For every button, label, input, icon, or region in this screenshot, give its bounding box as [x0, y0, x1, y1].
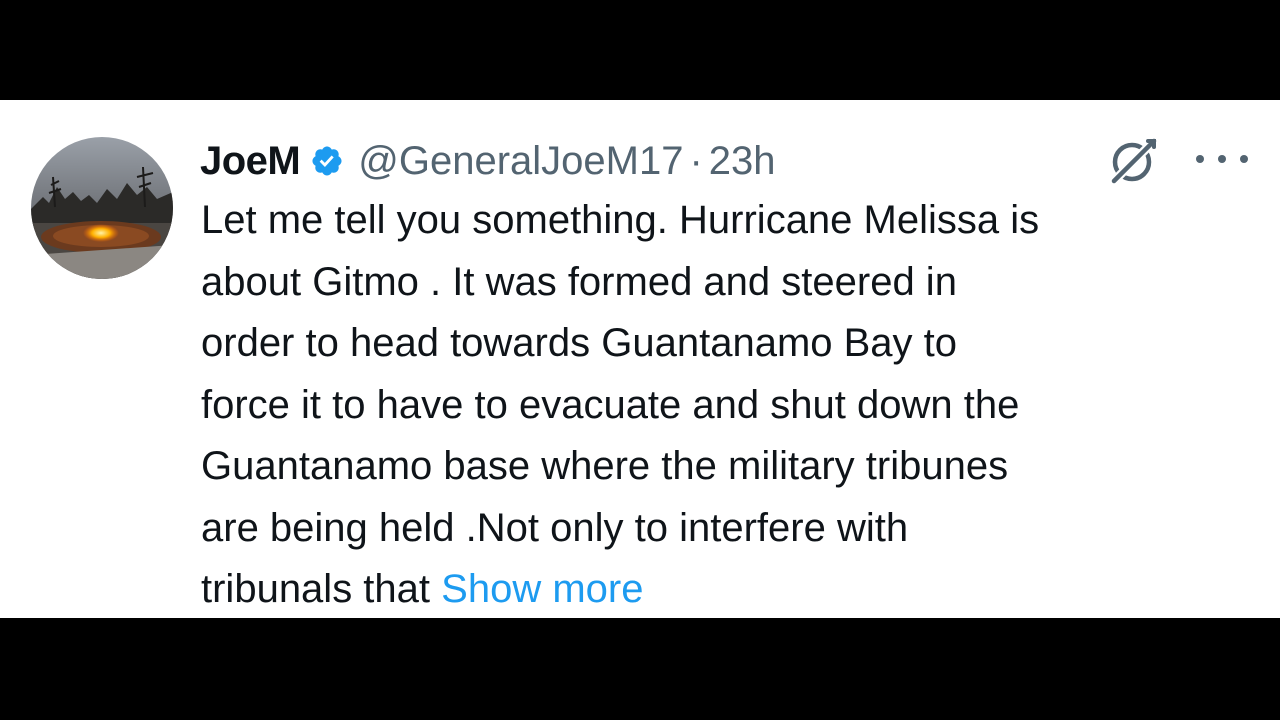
tweet-header: JoeM @GeneralJoeM17 · 23h	[200, 133, 776, 189]
tweet-text-line: Guantanamo base where the military tribu…	[201, 444, 1009, 488]
dot-icon	[1196, 155, 1204, 163]
dot-icon	[1240, 155, 1248, 163]
tweet-text-line: are being held .Not only to interfere wi…	[201, 505, 909, 550]
tweet-text-line: Let me tell you something. Hurricane Mel…	[201, 198, 1040, 242]
tweet-text: Let me tell you something. Hurricane Mel…	[201, 190, 1261, 621]
verified-badge-icon	[310, 144, 344, 178]
display-name[interactable]: JoeM	[200, 139, 301, 184]
more-options-icon[interactable]	[1196, 148, 1248, 170]
tweet-text-line: force it to have to evacuate and shut do…	[201, 382, 1020, 427]
tweet-text-line: order to head towards Guantanamo Bay to	[201, 321, 958, 365]
dot-icon	[1218, 155, 1226, 163]
avatar[interactable]	[31, 137, 173, 279]
separator-dot: ·	[689, 138, 703, 183]
tweet-text-last-line: tribunals that Show more	[201, 559, 1261, 621]
user-handle[interactable]: @GeneralJoeM17	[358, 139, 683, 184]
avatar-image	[31, 137, 173, 279]
tweet-text-tail: tribunals that	[201, 567, 442, 611]
video-frame: JoeM @GeneralJoeM17 · 23h Let me tell yo…	[0, 0, 1280, 720]
timestamp[interactable]: 23h	[709, 139, 776, 184]
grok-icon[interactable]	[1106, 135, 1162, 187]
tweet-text-line: about Gitmo . It was formed and steered …	[201, 259, 957, 304]
show-more-link[interactable]: Show more	[441, 567, 643, 611]
